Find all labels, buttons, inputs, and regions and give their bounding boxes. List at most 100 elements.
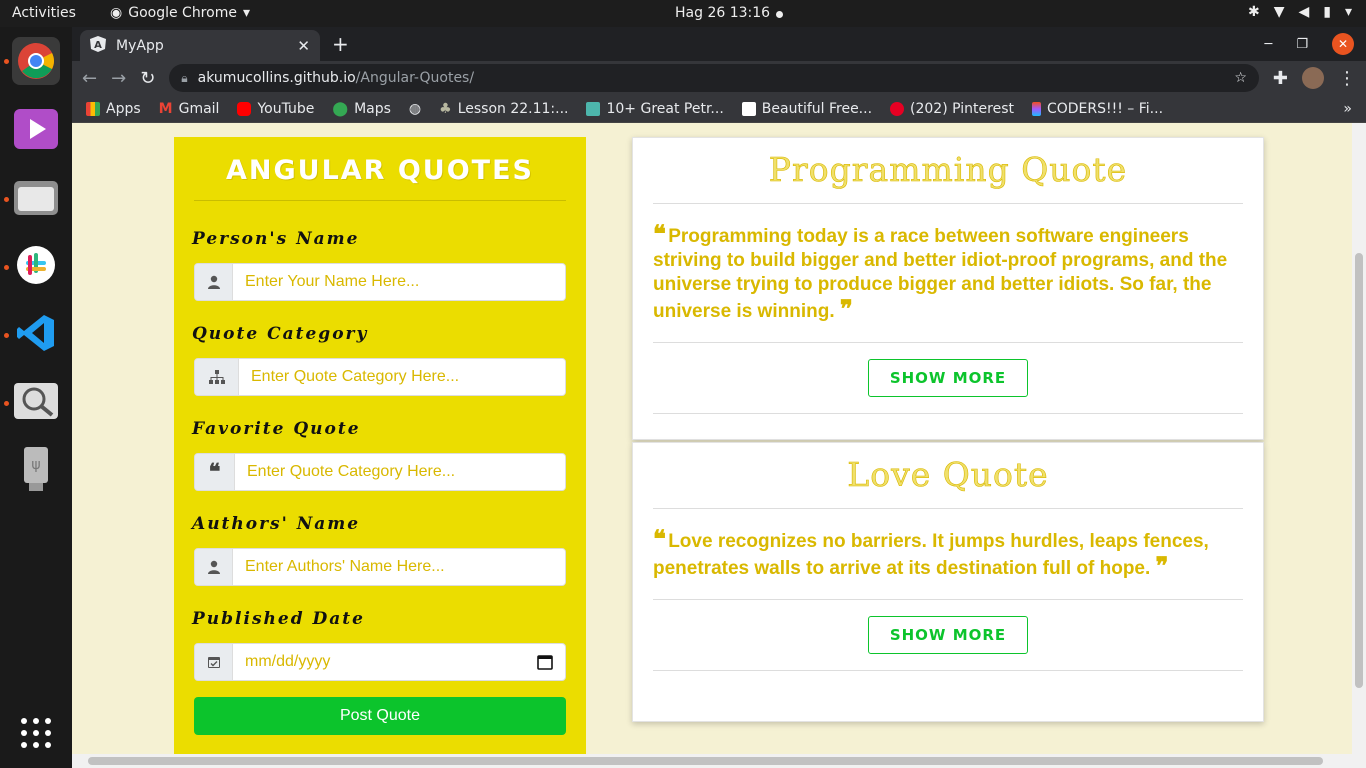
globe-icon: ◍ <box>408 100 422 117</box>
browser-window: A MyApp ✕ + ─ ❐ ✕ ← → ↻ 🔒︎ akumucollins.… <box>72 27 1366 768</box>
new-tab-icon[interactable]: + <box>332 32 349 56</box>
quote-card-title: Programming Quote <box>768 150 1128 190</box>
files-icon[interactable] <box>12 173 60 221</box>
scrollbar-thumb[interactable] <box>88 757 1323 765</box>
show-more-button[interactable]: SHOW MORE <box>868 616 1028 654</box>
notification-dot-icon <box>776 11 783 18</box>
quote-right-icon: ❞ <box>1155 551 1169 580</box>
bookmark-gmail[interactable]: M Gmail <box>159 101 220 117</box>
slack-icon[interactable] <box>12 241 60 289</box>
quote-card-divider <box>653 413 1243 414</box>
bookmark-coders[interactable]: CODERS!!! – Fi... <box>1031 101 1163 117</box>
category-input[interactable] <box>239 359 565 395</box>
url-path: /Angular-Quotes/ <box>355 70 475 86</box>
bookmark-lesson[interactable]: ♣ Lesson 22.11:... <box>439 101 568 117</box>
maximize-icon[interactable]: ❐ <box>1296 37 1308 52</box>
more-bookmarks-icon[interactable]: » <box>1343 101 1352 117</box>
youtube-icon <box>237 101 252 116</box>
show-applications-icon[interactable] <box>12 709 60 757</box>
close-window-icon[interactable]: ✕ <box>1332 33 1354 55</box>
bookmark-globe[interactable]: ◍ <box>409 101 421 117</box>
bookmark-star-icon[interactable]: ☆ <box>1234 70 1247 86</box>
running-indicator <box>4 197 9 202</box>
quote-card-divider <box>653 203 1243 204</box>
quote-right-icon: ❞ <box>839 294 853 323</box>
quote-card: Love Quote ❝ Love recognizes no barriers… <box>632 442 1264 722</box>
chevron-down-icon: ▾ <box>242 5 250 21</box>
post-quote-button[interactable]: Post Quote <box>194 697 566 735</box>
tab-myapp[interactable]: A MyApp ✕ <box>80 30 320 61</box>
battery-icon: ▮ <box>1323 4 1331 20</box>
slack-tray-icon[interactable]: ✱ <box>1248 4 1260 20</box>
address-bar[interactable]: 🔒︎ akumucollins.github.io/Angular-Quotes… <box>169 64 1259 92</box>
tree-icon: ♣ <box>439 100 452 117</box>
quote-text: Love recognizes no barriers. It jumps hu… <box>653 531 1209 579</box>
form-title: ANGULAR QUOTES <box>225 155 534 186</box>
quote-left-icon: ❝ <box>195 454 235 490</box>
usb-drive-icon[interactable]: ψ <box>12 445 60 493</box>
tab-strip: A MyApp ✕ + ─ ❐ ✕ <box>72 27 1366 61</box>
unsplash-icon <box>741 101 756 116</box>
quote-text-block: ❝ Programming today is a race between so… <box>653 222 1243 324</box>
app-name: Google Chrome <box>128 5 237 21</box>
quote-card: Programming Quote ❝ Programming today is… <box>632 137 1264 440</box>
close-tab-icon[interactable]: ✕ <box>297 37 310 55</box>
bookmark-pinterest[interactable]: (202) Pinterest <box>890 101 1014 117</box>
vscode-icon[interactable] <box>12 309 60 357</box>
running-indicator <box>4 59 9 64</box>
name-input-group <box>194 263 566 301</box>
pinterest-icon <box>890 101 905 116</box>
bookmark-apps[interactable]: Apps <box>86 101 141 117</box>
reload-icon[interactable]: ↻ <box>140 68 155 89</box>
form-divider <box>194 200 566 201</box>
category-input-group <box>194 358 566 396</box>
app-menu[interactable]: ◉ Google Chrome ▾ <box>110 5 250 21</box>
quote-text: Programming today is a race between soft… <box>653 226 1228 322</box>
volume-icon: ◀ <box>1298 4 1310 20</box>
date-input-group <box>194 643 566 681</box>
menu-kebab-icon[interactable]: ⋮ <box>1338 68 1356 89</box>
lock-icon: 🔒︎ <box>181 70 188 85</box>
author-input-group <box>194 548 566 586</box>
quote-card-divider <box>653 342 1243 343</box>
image-viewer-icon[interactable] <box>12 377 60 425</box>
bookmark-youtube[interactable]: YouTube <box>237 101 314 117</box>
name-input[interactable] <box>233 264 565 300</box>
vertical-scrollbar[interactable] <box>1352 123 1366 768</box>
profile-avatar[interactable] <box>1302 67 1324 89</box>
media-player-icon[interactable] <box>12 105 60 153</box>
bookmark-petr[interactable]: 10+ Great Petr... <box>586 101 724 117</box>
quote-card-title: Love Quote <box>847 455 1049 495</box>
quote-form: ANGULAR QUOTES Person's Name Quote Categ… <box>174 137 586 757</box>
forward-icon[interactable]: → <box>111 68 126 89</box>
d-favicon-icon <box>586 101 601 116</box>
url-host: akumucollins.github.io <box>197 70 356 86</box>
calendar-check-icon <box>195 644 233 680</box>
category-label: Quote Category <box>192 324 369 344</box>
running-indicator <box>4 401 9 406</box>
name-label: Person's Name <box>192 229 360 249</box>
extensions-icon[interactable]: ✚ <box>1273 68 1288 89</box>
back-icon[interactable]: ← <box>82 68 97 89</box>
user-icon <box>195 264 233 300</box>
minimize-icon[interactable]: ─ <box>1265 37 1273 52</box>
system-tray[interactable]: ✱ ▼ ◀ ▮ ▾ <box>1248 4 1352 20</box>
quote-input-group: ❝ <box>194 453 566 491</box>
clock[interactable]: Hag 26 13:16 <box>675 5 770 21</box>
bookmarks-bar: Apps M Gmail YouTube ⬤ Maps ◍ ♣ Lesson 22.1… <box>72 95 1366 123</box>
quote-input[interactable] <box>235 454 565 490</box>
author-input[interactable] <box>233 549 565 585</box>
calendar-picker-icon[interactable] <box>525 644 565 680</box>
chrome-dock-icon[interactable] <box>12 37 60 85</box>
activities-button[interactable]: Activities <box>12 5 76 21</box>
power-menu-icon[interactable]: ▾ <box>1345 4 1352 20</box>
bookmark-beautiful[interactable]: Beautiful Free... <box>741 101 872 117</box>
scrollbar-thumb[interactable] <box>1355 253 1363 688</box>
bookmark-maps[interactable]: ⬤ Maps <box>332 101 391 117</box>
date-input[interactable] <box>233 644 525 680</box>
quote-left-icon: ❝ <box>653 524 666 553</box>
quote-label: Favorite Quote <box>192 419 361 439</box>
horizontal-scrollbar[interactable] <box>72 754 1366 768</box>
running-indicator <box>4 333 9 338</box>
show-more-button[interactable]: SHOW MORE <box>868 359 1028 397</box>
